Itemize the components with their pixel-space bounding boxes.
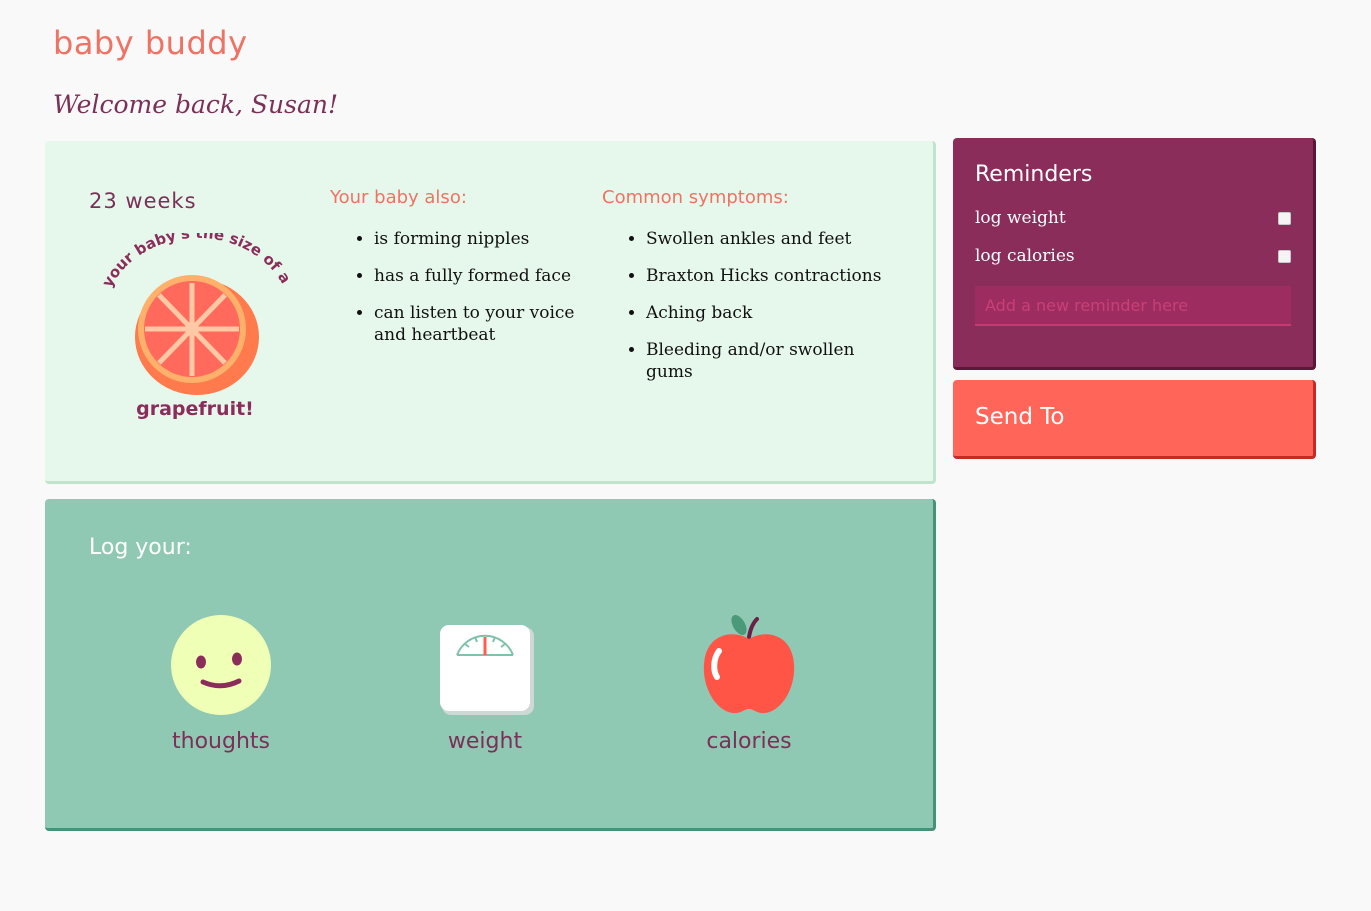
reminder-label: log weight — [975, 208, 1066, 228]
reminder-checkbox[interactable] — [1278, 250, 1291, 263]
list-item: Braxton Hicks contractions — [646, 265, 892, 287]
new-reminder-input[interactable] — [975, 286, 1291, 326]
baby-also-list: is forming nipples has a fully formed fa… — [330, 228, 580, 346]
list-item: Bleeding and/or swollen gums — [646, 339, 892, 383]
log-calories-button[interactable]: calories — [659, 615, 839, 754]
symptoms-section: Common symptoms: Swollen ankles and feet… — [602, 187, 892, 398]
weekly-info-card: 23 weeks your baby's the size of a — [45, 141, 936, 484]
send-to-button[interactable]: Send To — [953, 380, 1316, 459]
reminder-label: log calories — [975, 246, 1075, 266]
log-weight-button[interactable]: weight — [395, 615, 575, 754]
baby-development-section: Your baby also: is forming nipples has a… — [330, 187, 580, 361]
grapefruit-icon: your baby's the size of a grapefruit! — [98, 224, 294, 420]
reminders-card: Reminders log weight log calories — [953, 138, 1316, 370]
app-logo-text[interactable]: baby buddy — [53, 24, 248, 62]
log-card: Log your: thoughts weight calories — [45, 499, 936, 831]
send-to-title: Send To — [975, 404, 1065, 430]
list-item: can listen to your voice and heartbeat — [374, 302, 580, 346]
fruit-caption-bottom: grapefruit! — [136, 398, 254, 420]
apple-icon — [703, 615, 795, 714]
list-item: has a fully formed face — [374, 265, 580, 287]
smiley-face-icon — [171, 615, 271, 715]
reminder-row: log calories — [975, 246, 1291, 272]
reminder-row: log weight — [975, 208, 1291, 234]
baby-also-heading: Your baby also: — [330, 187, 467, 208]
bathroom-scale-icon — [440, 625, 534, 715]
reminders-title: Reminders — [975, 162, 1093, 187]
list-item: is forming nipples — [374, 228, 580, 250]
pregnancy-weeks: 23 weeks — [89, 189, 197, 213]
symptoms-heading: Common symptoms: — [602, 187, 789, 208]
log-weight-label: weight — [447, 729, 523, 754]
log-title: Log your: — [89, 535, 192, 560]
log-thoughts-label: thoughts — [172, 729, 270, 754]
list-item: Aching back — [646, 302, 892, 324]
log-thoughts-button[interactable]: thoughts — [131, 615, 311, 754]
list-item: Swollen ankles and feet — [646, 228, 892, 250]
log-calories-label: calories — [706, 729, 792, 754]
welcome-message: Welcome back, Susan! — [53, 90, 339, 119]
symptoms-list: Swollen ankles and feet Braxton Hicks co… — [602, 228, 892, 383]
reminder-checkbox[interactable] — [1278, 212, 1291, 225]
grapefruit-illustration: your baby's the size of a grapefruit! — [97, 224, 297, 433]
